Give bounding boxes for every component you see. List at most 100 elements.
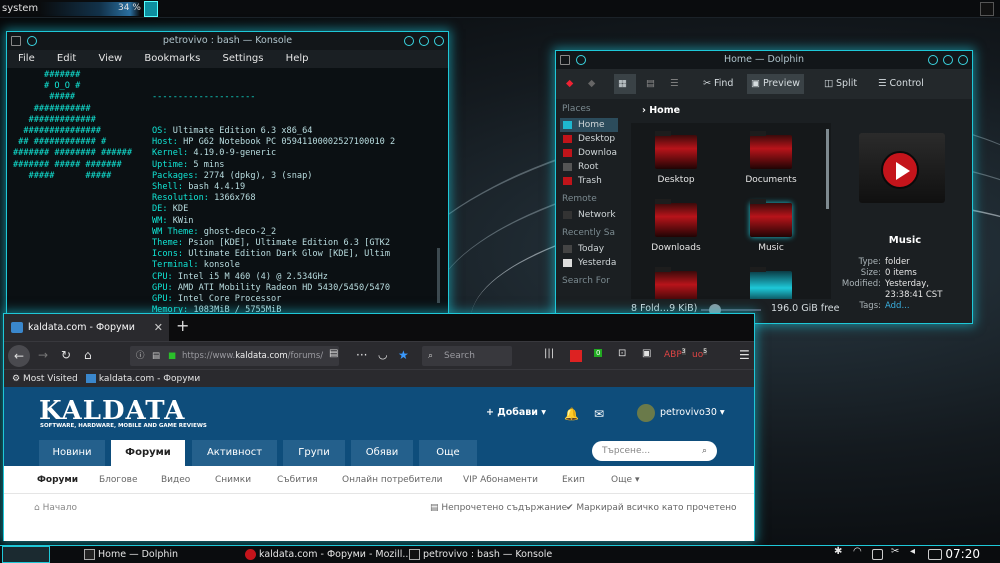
file-view[interactable]: Desktop Documents Downloads Music [631, 123, 831, 299]
place-yesterday[interactable]: Yesterda [560, 256, 618, 270]
back-arrow-icon[interactable]: ◆ [562, 74, 577, 94]
add-tags-link[interactable]: Add... [885, 301, 969, 312]
forward-arrow-icon[interactable]: ◆ [584, 74, 599, 94]
tab-news[interactable]: Новини [39, 440, 105, 466]
url-bar[interactable]: ⓘ ▤ ■ https://www.kaldata.com/forums/ [130, 346, 339, 366]
place-desktop[interactable]: Desktop [560, 132, 618, 146]
adblock-icon[interactable]: ABP3 [664, 348, 686, 360]
window-menu-icon[interactable] [560, 55, 570, 65]
task-konsole[interactable]: petrovivo : bash — Konsole [407, 546, 552, 563]
notifications-bell-icon[interactable]: 🔔 [564, 407, 579, 421]
minimize-icon[interactable] [404, 36, 414, 46]
place-today[interactable]: Today [560, 242, 618, 256]
menu-file[interactable]: File [18, 53, 35, 64]
back-button[interactable]: ← [8, 345, 30, 367]
subnav-blogs[interactable]: Блогове [99, 466, 138, 494]
file-view-scrollbar[interactable] [826, 129, 829, 209]
terminal-scrollbar[interactable] [437, 248, 440, 303]
menu-view[interactable]: View [98, 53, 122, 64]
user-menu[interactable]: petrovivo30 ▾ [660, 407, 725, 418]
tab-activity[interactable]: Активност [192, 440, 277, 466]
close-icon[interactable] [434, 36, 444, 46]
dolphin-window[interactable]: Home — Dolphin ◆ ◆ ▦ ▤ ☰ ✂ Find ▣ Previe… [555, 50, 973, 324]
close-icon[interactable] [958, 55, 968, 65]
task-firefox[interactable]: kaldata.com - Форуми - Mozill... [243, 546, 411, 563]
place-network[interactable]: Network [560, 208, 618, 222]
site-search-input[interactable]: Търсене... ⌕ [592, 441, 717, 461]
breadcrumb-home[interactable]: ⌂ Начало [34, 494, 77, 522]
breadcrumb[interactable]: › Home [642, 105, 680, 116]
sidebar-icon[interactable]: ▣ [642, 348, 651, 359]
search-box[interactable]: ⌕ Search [422, 346, 512, 366]
folder-downloads[interactable]: Downloads [646, 199, 706, 253]
lock-icon[interactable] [872, 549, 883, 560]
tab-more[interactable]: Още [419, 440, 477, 466]
compact-view-icon[interactable]: ▤ [642, 74, 659, 94]
subnav-vip[interactable]: VIP Абонаменти [463, 466, 538, 494]
clock[interactable]: 07:20 [945, 547, 980, 561]
clipboard-scissors-icon[interactable]: ✂ [891, 546, 902, 557]
konsole-window[interactable]: petrovivo : bash — Konsole File Edit Vie… [6, 31, 449, 324]
place-home[interactable]: Home [560, 118, 618, 132]
close-tab-icon[interactable]: ✕ [154, 314, 163, 341]
icons-view-icon[interactable]: ▦ [614, 74, 636, 94]
volume-icon[interactable]: ◂ [910, 546, 921, 557]
panel-menu-icon[interactable] [980, 2, 994, 16]
bookmark-star-icon[interactable]: ★ [398, 348, 409, 362]
bluetooth-icon[interactable]: ✱ [834, 546, 845, 557]
place-root[interactable]: Root [560, 160, 618, 174]
folder-public[interactable] [741, 267, 801, 299]
subnav-online-users[interactable]: Онлайн потребители [342, 466, 443, 494]
extension-icon[interactable] [570, 350, 582, 362]
mark-all-read-link[interactable]: ✔ Маркирай всичко като прочетено [566, 494, 737, 522]
unread-content-link[interactable]: ▤ Непрочетено съдържание [430, 494, 567, 522]
tab-kaldata[interactable]: kaldata.com - Форуми ✕ [4, 314, 169, 341]
site-logo[interactable]: KALDATA [39, 396, 185, 426]
dolphin-titlebar[interactable]: Home — Dolphin [556, 51, 972, 69]
window-menu-icon[interactable] [11, 36, 21, 46]
pin-icon[interactable] [27, 36, 37, 46]
folder-desktop[interactable]: Desktop [646, 131, 706, 185]
konsole-titlebar[interactable]: petrovivo : bash — Konsole [7, 32, 448, 50]
library-icon[interactable]: ||| [544, 348, 554, 359]
minimize-icon[interactable] [928, 55, 938, 65]
folder-pictures[interactable] [646, 267, 706, 299]
pager-widget[interactable] [144, 1, 158, 17]
extension-icon[interactable]: ⊡ [618, 348, 626, 359]
maximize-icon[interactable] [419, 36, 429, 46]
place-downloads[interactable]: Downloa [560, 146, 618, 160]
wifi-icon[interactable]: ◠ [853, 546, 864, 557]
folder-music[interactable]: Music [741, 199, 801, 253]
forward-button[interactable]: → [38, 348, 48, 362]
extension-badge-icon[interactable]: 0 [594, 348, 603, 358]
menu-edit[interactable]: Edit [57, 53, 76, 64]
folder-documents[interactable]: Documents [741, 131, 801, 185]
hamburger-menu-icon[interactable]: ☰ [739, 348, 750, 362]
bookmark-kaldata[interactable]: kaldata.com - Форуми [86, 370, 200, 388]
add-button[interactable]: + Добави ▾ [486, 407, 546, 418]
new-tab-button[interactable]: + [176, 316, 189, 335]
avatar[interactable] [637, 404, 655, 422]
ublock-icon[interactable]: uo5 [692, 348, 708, 360]
menu-bookmarks[interactable]: Bookmarks [144, 53, 200, 64]
reader-view-icon[interactable]: ▤ [329, 348, 338, 359]
subnav-forums[interactable]: Форуми [37, 466, 78, 494]
details-view-icon[interactable]: ☰ [666, 74, 683, 94]
reload-button[interactable]: ↻ [61, 348, 71, 362]
home-button[interactable]: ⌂ [84, 348, 92, 362]
subnav-photos[interactable]: Снимки [215, 466, 251, 494]
subnav-more[interactable]: Още ▾ [611, 466, 639, 494]
menu-help[interactable]: Help [286, 53, 309, 64]
pin-icon[interactable] [576, 55, 586, 65]
tab-groups[interactable]: Групи [283, 440, 345, 466]
subnav-team[interactable]: Екип [562, 466, 585, 494]
task-dolphin[interactable]: Home — Dolphin [82, 546, 178, 563]
battery-icon[interactable] [928, 549, 942, 560]
pocket-icon[interactable]: ◡ [378, 348, 388, 361]
find-button[interactable]: ✂ Find [699, 74, 737, 94]
bookmark-most-visited[interactable]: ⚙ Most Visited [12, 370, 78, 388]
tab-forums[interactable]: Форуми [111, 440, 185, 466]
preview-button[interactable]: ▣ Preview [747, 74, 804, 94]
menu-settings[interactable]: Settings [222, 53, 263, 64]
maximize-icon[interactable] [943, 55, 953, 65]
